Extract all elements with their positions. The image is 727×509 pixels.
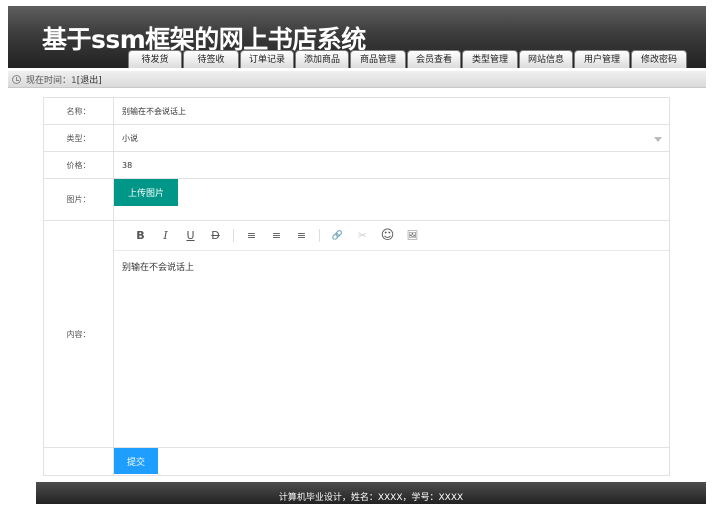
nav-tab[interactable]: 会员查看 <box>407 50 461 68</box>
submit-label-cell <box>44 448 114 475</box>
link-icon[interactable]: 🔗 <box>325 226 350 246</box>
current-time: 现在时间：1 <box>26 75 77 86</box>
nav-tab[interactable]: 订单记录 <box>240 50 294 68</box>
nav-tab[interactable]: 添加商品 <box>295 50 349 68</box>
image-label: 图片： <box>44 179 114 220</box>
unlink-icon[interactable]: ✂ <box>350 226 375 246</box>
strikethrough-icon[interactable]: D <box>203 226 228 246</box>
logout-link[interactable]: [退出] <box>77 73 102 86</box>
nav-tab[interactable]: 用户管理 <box>574 50 630 68</box>
header: 基于ssm框架的网上书店系统 待发货 待签收 订单记录 添加商品 商品管理 会员查看 类型管… <box>8 6 706 68</box>
name-label: 名称： <box>44 98 114 124</box>
name-input[interactable] <box>114 98 669 124</box>
image-cell: 上传图片 <box>114 179 669 220</box>
type-select[interactable]: 小说 <box>114 125 669 151</box>
nav-tab[interactable]: 商品管理 <box>350 50 406 68</box>
upload-image-button[interactable]: 上传图片 <box>114 179 178 206</box>
price-input[interactable] <box>114 152 669 178</box>
product-form: 名称： 类型： 小说 价格： 图片： 上传图片 内容： <box>43 97 670 476</box>
image-icon[interactable]: 🖼 <box>400 226 425 246</box>
form-row-price: 价格： <box>44 152 669 179</box>
nav-tab[interactable]: 修改密码 <box>631 50 687 68</box>
nav-tab[interactable]: 待签收 <box>183 50 239 68</box>
status-bar: 现在时间：1 [退出] <box>8 71 706 88</box>
submit-cell: 提交 <box>114 448 669 475</box>
bold-icon[interactable]: B <box>128 226 153 246</box>
nav-tab[interactable]: 类型管理 <box>462 50 518 68</box>
app-root: 基于ssm框架的网上书店系统 待发货 待签收 订单记录 添加商品 商品管理 会员查看 类型管… <box>0 0 727 509</box>
form-row-image: 图片： 上传图片 <box>44 179 669 221</box>
underline-icon[interactable]: U <box>178 226 203 246</box>
form-row-name: 名称： <box>44 98 669 125</box>
nav-tab[interactable]: 网站信息 <box>519 50 573 68</box>
footer-text: 计算机毕业设计，姓名：XXXX，学号：XXXX <box>278 492 464 503</box>
toolbar-divider <box>233 229 234 242</box>
editor-toolbar: B I U D ≡ ≡ ≡ 🔗 ✂ ☺ 🖼 <box>114 221 669 251</box>
toolbar-divider <box>319 229 320 242</box>
align-center-icon[interactable]: ≡ <box>264 226 289 246</box>
type-label: 类型： <box>44 125 114 151</box>
content-label: 内容： <box>44 221 114 447</box>
align-right-icon[interactable]: ≡ <box>289 226 314 246</box>
chevron-down-icon <box>654 137 662 142</box>
form-row-submit: 提交 <box>44 448 669 475</box>
name-cell <box>114 98 669 124</box>
price-cell <box>114 152 669 178</box>
nav-tab[interactable]: 待发货 <box>128 50 182 68</box>
rich-text-editor: B I U D ≡ ≡ ≡ 🔗 ✂ ☺ 🖼 别输在不会说话上 <box>114 221 669 447</box>
main-nav: 待发货 待签收 订单记录 添加商品 商品管理 会员查看 类型管理 网站信息 用户管理 修改密码 <box>128 50 687 68</box>
type-cell: 小说 <box>114 125 669 151</box>
italic-icon[interactable]: I <box>153 226 178 246</box>
footer: 计算机毕业设计，姓名：XXXX，学号：XXXX <box>36 482 706 504</box>
form-row-content: 内容： B I U D ≡ ≡ ≡ 🔗 ✂ ☺ 🖼 别输在不会说话上 <box>44 221 669 448</box>
align-left-icon[interactable]: ≡ <box>239 226 264 246</box>
submit-button[interactable]: 提交 <box>114 448 158 474</box>
emoji-icon[interactable]: ☺ <box>375 226 400 246</box>
clock-icon <box>12 74 21 84</box>
price-label: 价格： <box>44 152 114 178</box>
editor-content[interactable]: 别输在不会说话上 <box>114 251 669 447</box>
form-row-type: 类型： 小说 <box>44 125 669 152</box>
content-cell: B I U D ≡ ≡ ≡ 🔗 ✂ ☺ 🖼 别输在不会说话上 <box>114 221 669 447</box>
